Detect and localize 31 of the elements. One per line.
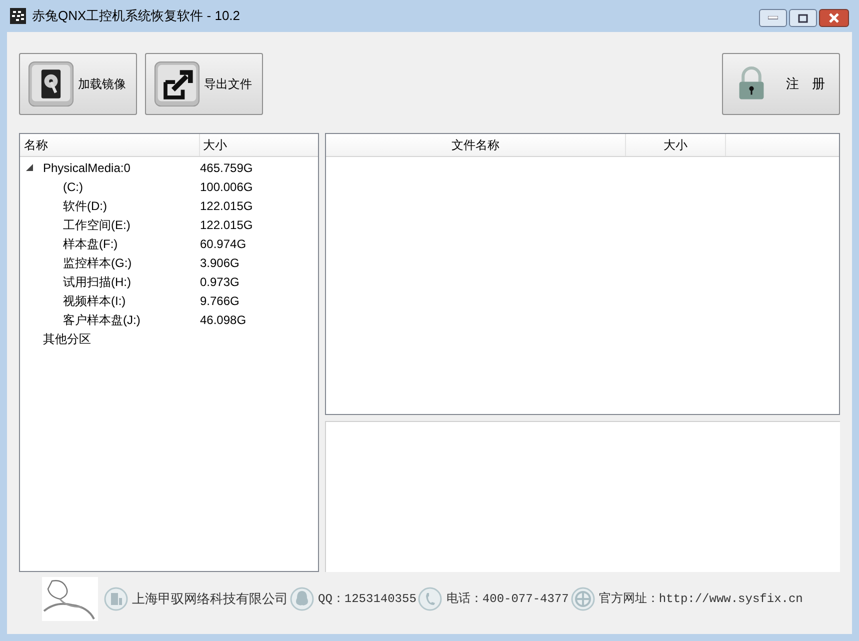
tree-item-name[interactable]: 工作空间(E:) <box>63 216 130 234</box>
footer-text: QQ：1253140355 <box>318 591 416 608</box>
column-header[interactable]: 大小 <box>200 134 318 156</box>
tree-item-size: 122.015G <box>200 216 253 234</box>
column-header[interactable]: 文件名称 <box>326 134 626 156</box>
tree-item-size: 122.015G <box>200 198 253 214</box>
tree-item-size: 60.974G <box>200 236 246 252</box>
tree-item-size: 46.098G <box>200 312 246 328</box>
toolbar-button[interactable]: 加载镜像 <box>19 53 137 115</box>
tree-item-name[interactable]: (C:) <box>63 178 83 196</box>
tree-item-name[interactable]: 软件(D:) <box>63 196 107 214</box>
toolbar-button[interactable]: 导出文件 <box>145 53 263 115</box>
tree-item-size: 465.759G <box>200 160 253 176</box>
register-button[interactable]: 注 册 <box>722 53 840 115</box>
column-header[interactable]: 名称 <box>20 134 200 156</box>
footer-text: 官方网址：http://www.sysfix.cn <box>598 590 803 608</box>
tree-item-name[interactable]: 视频样本(I:) <box>63 292 126 310</box>
tree-item-name[interactable]: 试用扫描(H:) <box>63 272 131 290</box>
footer-text: 上海甲驭网络科技有限公司 <box>132 590 288 608</box>
tree-item-name[interactable]: 监控样本(G:) <box>63 254 132 272</box>
tree-item-name[interactable]: 其他分区 <box>43 330 91 348</box>
tree-item-size: 100.006G <box>200 178 253 196</box>
column-header[interactable]: 大小 <box>626 134 726 156</box>
tree-item-name[interactable]: PhysicalMedia:0 <box>43 158 130 176</box>
tree-item-size: 0.973G <box>200 274 240 290</box>
tree-item-name[interactable]: 样本盘(F:) <box>63 234 118 252</box>
window-title: 赤兔QNX工控机系统恢复软件 - 10.2 <box>32 7 240 26</box>
tree-item-size: 3.906G <box>200 254 240 272</box>
tree-item-name[interactable]: 客户样本盘(J:) <box>63 310 140 328</box>
tree-item-size: 9.766G <box>200 292 240 310</box>
footer-text: 电话：400-077-4377 <box>446 591 569 608</box>
